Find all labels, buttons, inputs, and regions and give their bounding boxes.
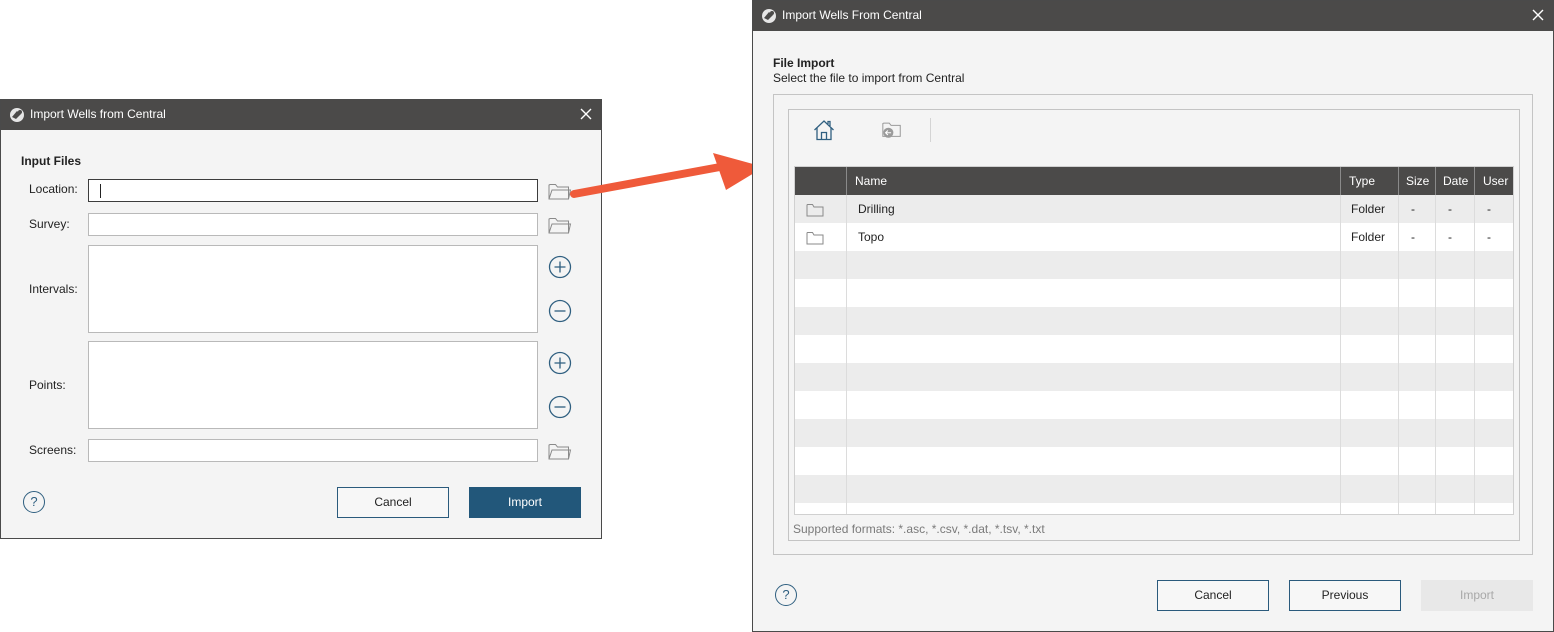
- survey-browse-folder-icon[interactable]: [547, 215, 572, 235]
- location-browse-folder-icon[interactable]: [547, 181, 572, 201]
- folder-up-icon[interactable]: [880, 119, 904, 141]
- cancel-button-label: Cancel: [1194, 588, 1232, 602]
- import-button-label: Import: [507, 495, 542, 509]
- file-import-subtitle: Select the file to import from Central: [773, 71, 965, 85]
- folder-icon: [806, 204, 824, 217]
- cell-type: Folder: [1351, 230, 1386, 244]
- header-divider: [1474, 167, 1475, 195]
- header-divider: [846, 167, 847, 195]
- screens-input[interactable]: [89, 440, 537, 461]
- column-header-name[interactable]: Name: [855, 167, 887, 195]
- screens-field[interactable]: [88, 439, 538, 462]
- header-divider: [1340, 167, 1341, 195]
- cancel-button[interactable]: Cancel: [337, 487, 449, 518]
- callout-arrow: [570, 153, 764, 198]
- remove-point-minus-icon[interactable]: [548, 395, 572, 419]
- left-titlebar: Import Wells from Central: [1, 100, 601, 130]
- left-dialog-title: Import Wells from Central: [30, 107, 166, 121]
- column-separator: [1474, 195, 1475, 514]
- column-separator: [846, 195, 847, 514]
- empty-row: [795, 251, 1513, 279]
- location-field[interactable]: [88, 179, 538, 202]
- header-divider: [1398, 167, 1399, 195]
- previous-button-label: Previous: [1321, 588, 1369, 602]
- app-logo-icon: [10, 108, 24, 122]
- import-button[interactable]: Import: [469, 487, 581, 518]
- remove-interval-minus-icon[interactable]: [548, 299, 572, 323]
- cell-user: -: [1487, 230, 1491, 244]
- column-separator: [1340, 195, 1341, 514]
- screens-browse-folder-icon[interactable]: [547, 441, 572, 461]
- empty-row: [795, 363, 1513, 391]
- column-header-type[interactable]: Type: [1349, 167, 1375, 195]
- help-button[interactable]: ?: [23, 491, 45, 513]
- file-grid: Name Type Size Date User Drilling Folder…: [794, 166, 1514, 515]
- file-import-heading: File Import: [773, 56, 835, 70]
- points-list[interactable]: [88, 341, 538, 429]
- left-dialog: Import Wells from Central Input Files Lo…: [0, 99, 602, 539]
- grid-body: Drilling Folder - - - Topo Folder - - -: [795, 195, 1513, 514]
- cell-date: -: [1448, 202, 1452, 216]
- header-divider: [1435, 167, 1436, 195]
- file-browser-panel: Name Type Size Date User Drilling Folder…: [788, 109, 1520, 541]
- empty-row: [795, 475, 1513, 503]
- close-icon[interactable]: [579, 107, 593, 121]
- empty-row: [795, 335, 1513, 363]
- empty-row: [795, 279, 1513, 307]
- cell-name: Drilling: [858, 202, 895, 216]
- cancel-button[interactable]: Cancel: [1157, 580, 1269, 611]
- cell-name: Topo: [858, 230, 885, 244]
- location-input[interactable]: [89, 180, 537, 201]
- cell-size: -: [1411, 230, 1415, 244]
- empty-row: [795, 447, 1513, 475]
- folder-icon: [806, 232, 824, 245]
- column-separator: [1398, 195, 1399, 514]
- right-dialog: Import Wells From Central File Import Se…: [752, 0, 1554, 632]
- survey-label: Survey:: [29, 217, 70, 231]
- empty-row: [795, 419, 1513, 447]
- add-interval-plus-icon[interactable]: [548, 255, 572, 279]
- empty-row: [795, 391, 1513, 419]
- cell-size: -: [1411, 202, 1415, 216]
- points-label: Points:: [29, 378, 66, 392]
- column-header-size[interactable]: Size: [1406, 167, 1429, 195]
- intervals-list[interactable]: [88, 245, 538, 333]
- cell-user: -: [1487, 202, 1491, 216]
- survey-field[interactable]: [88, 213, 538, 236]
- import-button[interactable]: Import: [1421, 580, 1533, 611]
- home-icon[interactable]: [812, 118, 836, 142]
- screens-label: Screens:: [29, 443, 77, 457]
- cell-type: Folder: [1351, 202, 1386, 216]
- table-row[interactable]: Drilling Folder - - -: [795, 195, 1513, 223]
- toolbar-divider: [930, 118, 931, 142]
- help-icon: ?: [782, 587, 790, 602]
- file-browser-group: Name Type Size Date User Drilling Folder…: [773, 94, 1533, 555]
- column-separator: [1435, 195, 1436, 514]
- empty-row: [795, 307, 1513, 335]
- input-files-heading: Input Files: [21, 154, 81, 168]
- help-button[interactable]: ?: [775, 584, 797, 606]
- table-row[interactable]: Topo Folder - - -: [795, 223, 1513, 251]
- intervals-label: Intervals:: [29, 282, 78, 296]
- previous-button[interactable]: Previous: [1289, 580, 1401, 611]
- help-icon: ?: [30, 494, 38, 509]
- text-cursor: [100, 184, 101, 198]
- grid-header: Name Type Size Date User: [795, 167, 1513, 195]
- supported-formats-text: Supported formats: *.asc, *.csv, *.dat, …: [793, 522, 1045, 536]
- import-button-label: Import: [1459, 588, 1494, 602]
- cancel-button-label: Cancel: [374, 495, 412, 509]
- column-header-date[interactable]: Date: [1443, 167, 1468, 195]
- close-icon[interactable]: [1531, 8, 1545, 22]
- empty-row: [795, 503, 1513, 514]
- add-point-plus-icon[interactable]: [548, 351, 572, 375]
- right-dialog-title: Import Wells From Central: [782, 8, 922, 22]
- location-label: Location:: [29, 182, 78, 196]
- right-titlebar: Import Wells From Central: [753, 1, 1553, 31]
- survey-input[interactable]: [89, 214, 537, 235]
- app-logo-icon: [762, 9, 776, 23]
- column-header-user[interactable]: User: [1483, 167, 1508, 195]
- cell-date: -: [1448, 230, 1452, 244]
